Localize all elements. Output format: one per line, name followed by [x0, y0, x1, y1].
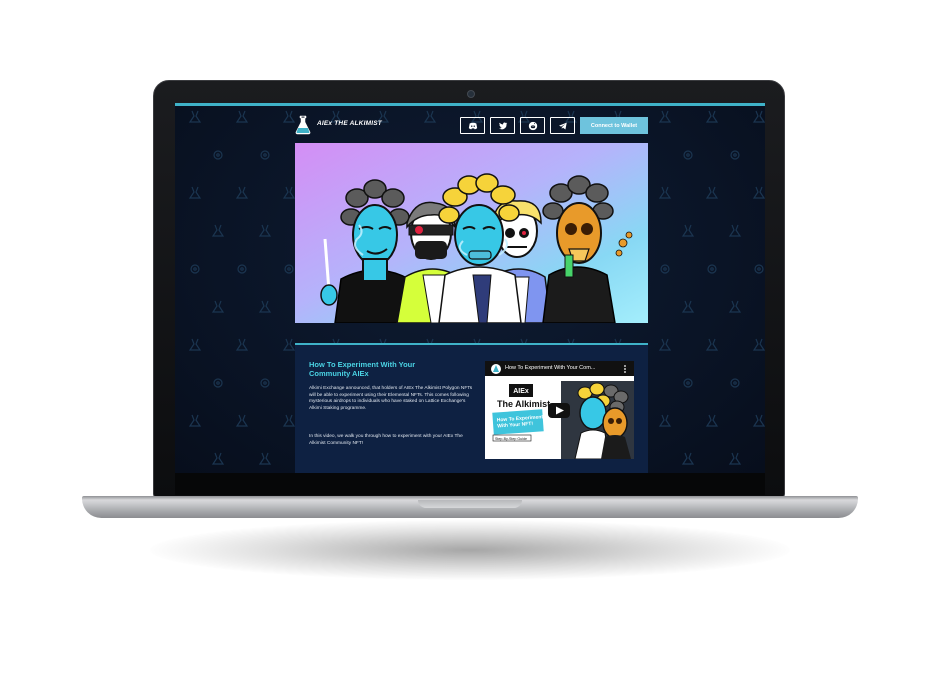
twitter-icon: [498, 122, 507, 129]
telegram-icon: [558, 122, 567, 130]
top-accent-line: [175, 103, 765, 106]
reddit-button[interactable]: [520, 117, 545, 134]
hero-banner: [295, 143, 648, 323]
video-title[interactable]: How To Experiment With Your Com...: [505, 365, 595, 371]
thumb-title: The Alkimist: [497, 399, 550, 409]
flask-logo-icon[interactable]: [295, 115, 311, 135]
thumb-brand: AIEx: [513, 388, 529, 395]
twitter-button[interactable]: [490, 117, 515, 134]
thumb-caption: Step-By-Step Guide: [495, 437, 527, 441]
discord-button[interactable]: [460, 117, 485, 134]
webcam: [467, 90, 475, 98]
article-title: How To Experiment With Your Community AI…: [309, 360, 416, 378]
laptop-shadow: [150, 520, 790, 580]
brand-name[interactable]: AIEx THE ALKIMIST: [317, 120, 382, 127]
reddit-icon: [528, 121, 537, 130]
hero-artwork: [295, 143, 648, 323]
video-embed[interactable]: AIEx The Alkimist How To ExperimentWith …: [485, 361, 634, 459]
website-screen: AIEx THE ALKIMIST Connect to Wallet How …: [175, 103, 765, 473]
article-paragraph-1: Alkimi Exchange announced, that holders …: [309, 386, 473, 411]
video-thumbnail: AIEx The Alkimist How To ExperimentWith …: [485, 361, 634, 459]
discord-icon: [468, 122, 477, 129]
laptop-notch: [418, 500, 522, 508]
site-header: AIEx THE ALKIMIST Connect to Wallet: [175, 115, 765, 137]
connect-wallet-button[interactable]: Connect to Wallet: [580, 117, 648, 134]
telegram-button[interactable]: [550, 117, 575, 134]
article-paragraph-2: In this video, we walk you through how t…: [309, 434, 463, 446]
laptop-bezel-bottom: [175, 473, 765, 495]
